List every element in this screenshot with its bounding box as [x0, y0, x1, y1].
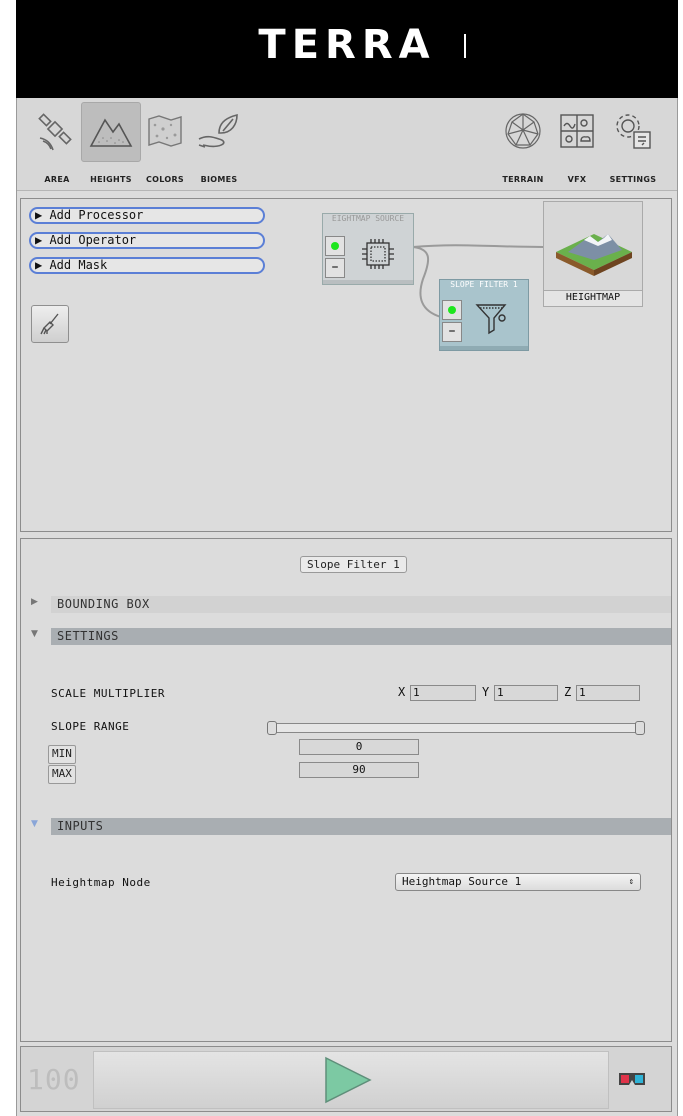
- hand-leaf-icon: [190, 102, 248, 160]
- settings-section[interactable]: SETTINGS: [51, 628, 671, 645]
- source-enable-toggle[interactable]: [325, 236, 345, 256]
- slope-filter-node-title: SLOPE FILTER 1: [450, 280, 518, 289]
- settings-expand-icon[interactable]: ▼: [31, 629, 38, 639]
- filter-remove-button[interactable]: –: [442, 322, 462, 342]
- slope-filter-node[interactable]: SLOPE FILTER 1 –: [439, 279, 529, 351]
- gears-icon: [604, 102, 662, 160]
- stereo-glasses-button[interactable]: [617, 1065, 647, 1093]
- tab-terrain[interactable]: TERRAIN: [493, 102, 553, 186]
- satellite-icon: [28, 102, 86, 160]
- scale-z-field[interactable]: 1: [576, 685, 640, 701]
- slope-range-label: SLOPE RANGE: [51, 720, 130, 733]
- heightmap-node-selected: Heightmap Source 1: [402, 875, 522, 888]
- heightmap-node-dropdown[interactable]: Heightmap Source 1 ⇕: [395, 873, 641, 891]
- slope-max-field[interactable]: 90: [299, 762, 419, 778]
- filter-enable-toggle[interactable]: [442, 300, 462, 320]
- slope-range-slider[interactable]: [269, 723, 645, 733]
- tab-colors[interactable]: COLORS: [135, 102, 195, 186]
- footer-bar: 100: [20, 1046, 672, 1112]
- inputs-section[interactable]: INPUTS: [51, 818, 671, 835]
- dropdown-arrows-icon: ⇕: [628, 877, 634, 887]
- tab-biomes-label: BIOMES: [200, 175, 238, 184]
- scale-multiplier-label: SCALE MULTIPLIER: [51, 687, 165, 700]
- scale-y-label: Y: [482, 685, 490, 699]
- max-label-button[interactable]: MAX: [48, 765, 76, 784]
- inspector-panel: Slope Filter 1 ▶ BOUNDING BOX ▼ SETTINGS…: [20, 538, 672, 1042]
- main-toolbar: AREA HEIGHTS COLORS BIOMES TERRAIN VFX S…: [17, 98, 677, 191]
- heightmap-source-node-title: EIGHTMAP SOURCE: [331, 214, 405, 223]
- header: TERRA: [16, 0, 678, 98]
- slope-min-field[interactable]: 0: [299, 739, 419, 755]
- bounding-box-collapse-icon[interactable]: ▶: [31, 597, 38, 607]
- slope-range-min-handle[interactable]: [267, 721, 277, 735]
- slope-range-max-handle[interactable]: [635, 721, 645, 735]
- chip-icon: [362, 239, 394, 269]
- weather-panel-icon: [548, 102, 606, 160]
- app-logo: TERRA: [258, 22, 436, 68]
- heightmap-output-node[interactable]: HEIGHTMAP: [543, 201, 643, 307]
- source-remove-button[interactable]: –: [325, 258, 345, 278]
- inputs-expand-icon[interactable]: ▼: [31, 819, 38, 829]
- terrain-preview-icon: [556, 234, 632, 276]
- heightmap-source-node[interactable]: EIGHTMAP SOURCE –: [322, 213, 414, 285]
- mountains-icon: [81, 102, 141, 162]
- generate-button[interactable]: [93, 1051, 609, 1109]
- tab-settings[interactable]: SETTINGS: [603, 102, 663, 186]
- logo-unity-mark: [464, 34, 472, 58]
- play-icon: [325, 1056, 372, 1104]
- tab-vfx[interactable]: VFX: [547, 102, 607, 186]
- node-title-button[interactable]: Slope Filter 1: [300, 556, 407, 573]
- 3d-glasses-icon: [619, 1073, 645, 1085]
- node-graph[interactable]: ▶ Add Processor ▶ Add Operator ▶ Add Mas…: [20, 198, 672, 532]
- tab-biomes[interactable]: BIOMES: [189, 102, 249, 186]
- bounding-box-section[interactable]: BOUNDING BOX: [51, 596, 671, 613]
- min-label-button[interactable]: MIN: [48, 745, 76, 764]
- counter-display: 100: [27, 1063, 81, 1096]
- scale-z-label: Z: [564, 685, 572, 699]
- tab-area[interactable]: AREA: [27, 102, 87, 186]
- scale-x-field[interactable]: 1: [410, 685, 476, 701]
- heightmap-output-node-title: HEIGHTMAP: [543, 290, 643, 307]
- scale-x-label: X: [398, 685, 406, 699]
- heightmap-node-label: Heightmap Node: [51, 876, 151, 889]
- tab-heights[interactable]: HEIGHTS: [81, 102, 141, 186]
- funnel-icon: [475, 304, 507, 335]
- tab-settings-label: SETTINGS: [609, 175, 657, 184]
- scale-y-field[interactable]: 1: [494, 685, 558, 701]
- map-texture-icon: [136, 102, 194, 160]
- geodesic-sphere-icon: [494, 102, 552, 160]
